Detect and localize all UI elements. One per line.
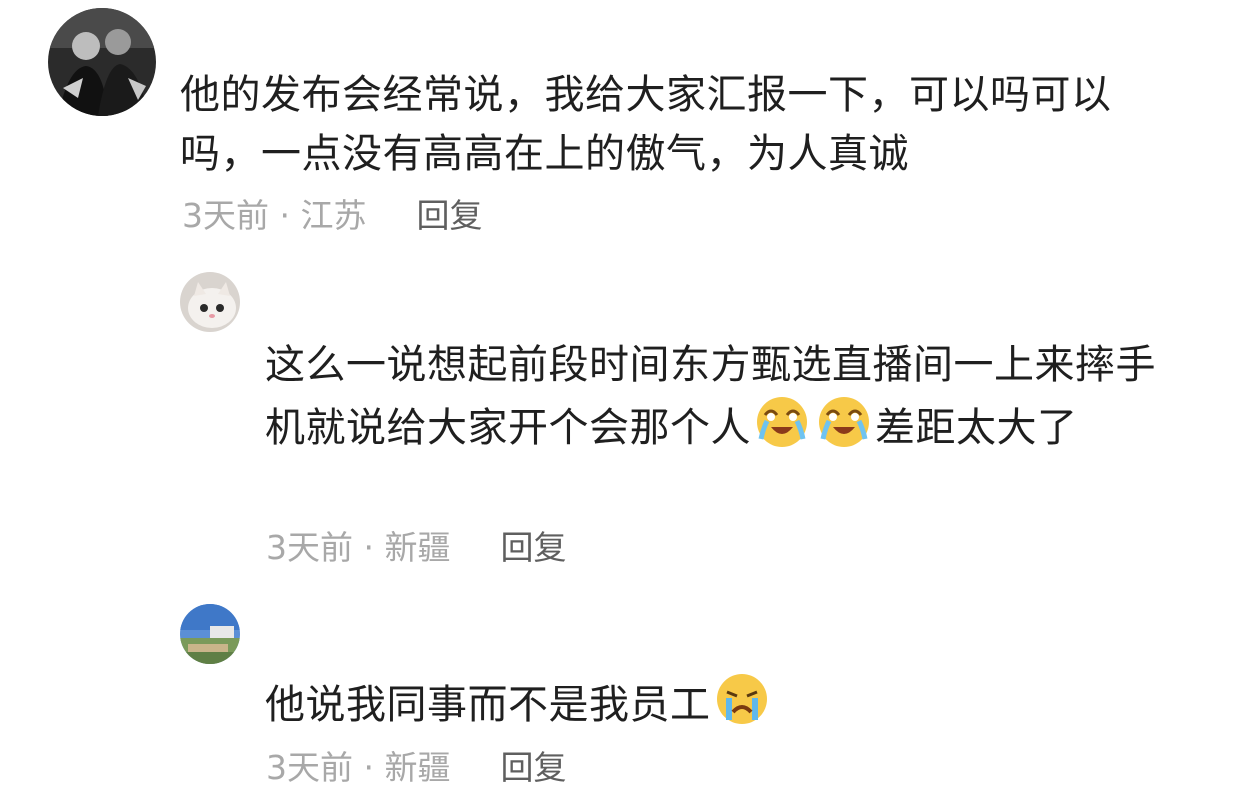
comment-2-time: 3天前 bbox=[266, 528, 353, 567]
comment-3-time: 3天前 bbox=[266, 748, 353, 787]
comment-3-location: 新疆 bbox=[384, 748, 451, 787]
laugh-cry-emoji bbox=[755, 395, 809, 449]
comment-2-text-part2: 差距太大了 bbox=[875, 405, 1078, 451]
crying-emoji bbox=[715, 672, 769, 726]
avatar-comment-3[interactable] bbox=[180, 604, 240, 664]
comment-3-text-body: 他说我同事而不是我员工 bbox=[265, 682, 711, 728]
avatar-cat bbox=[180, 272, 240, 332]
avatar-landscape bbox=[180, 604, 240, 664]
comment-1-text: 他的发布会经常说，我给大家汇报一下，可以吗可以吗，一点没有高高在上的傲气，为人真… bbox=[180, 72, 1112, 177]
comment-2-meta: 3天前 · 新疆 回复 bbox=[266, 528, 566, 568]
meta-separator: · bbox=[353, 748, 385, 787]
avatar-comment-2[interactable] bbox=[180, 272, 240, 332]
meta-separator: · bbox=[269, 196, 301, 235]
comment-1-time: 3天前 bbox=[182, 196, 269, 235]
reply-button[interactable]: 回复 bbox=[500, 748, 566, 787]
reply-button[interactable]: 回复 bbox=[500, 528, 566, 567]
avatar-photo-dark bbox=[48, 8, 156, 116]
comment-3-meta: 3天前 · 新疆 回复 bbox=[266, 748, 566, 788]
comment-2-text: 这么一说想起前段时间东方甄选直播间一上来摔手机就说给大家开个会那个人 差距太大了 bbox=[265, 336, 1175, 458]
avatar-comment-1[interactable] bbox=[48, 8, 156, 116]
laugh-cry-emoji bbox=[817, 395, 871, 449]
comment-3-text: 他说我同事而不是我员工 bbox=[265, 672, 1165, 735]
comment-2-location: 新疆 bbox=[384, 528, 451, 567]
reply-button[interactable]: 回复 bbox=[416, 196, 482, 235]
meta-separator: · bbox=[353, 528, 385, 567]
comment-1-location: 江苏 bbox=[300, 196, 367, 235]
comment-1-meta: 3天前 · 江苏 回复 bbox=[182, 196, 482, 236]
